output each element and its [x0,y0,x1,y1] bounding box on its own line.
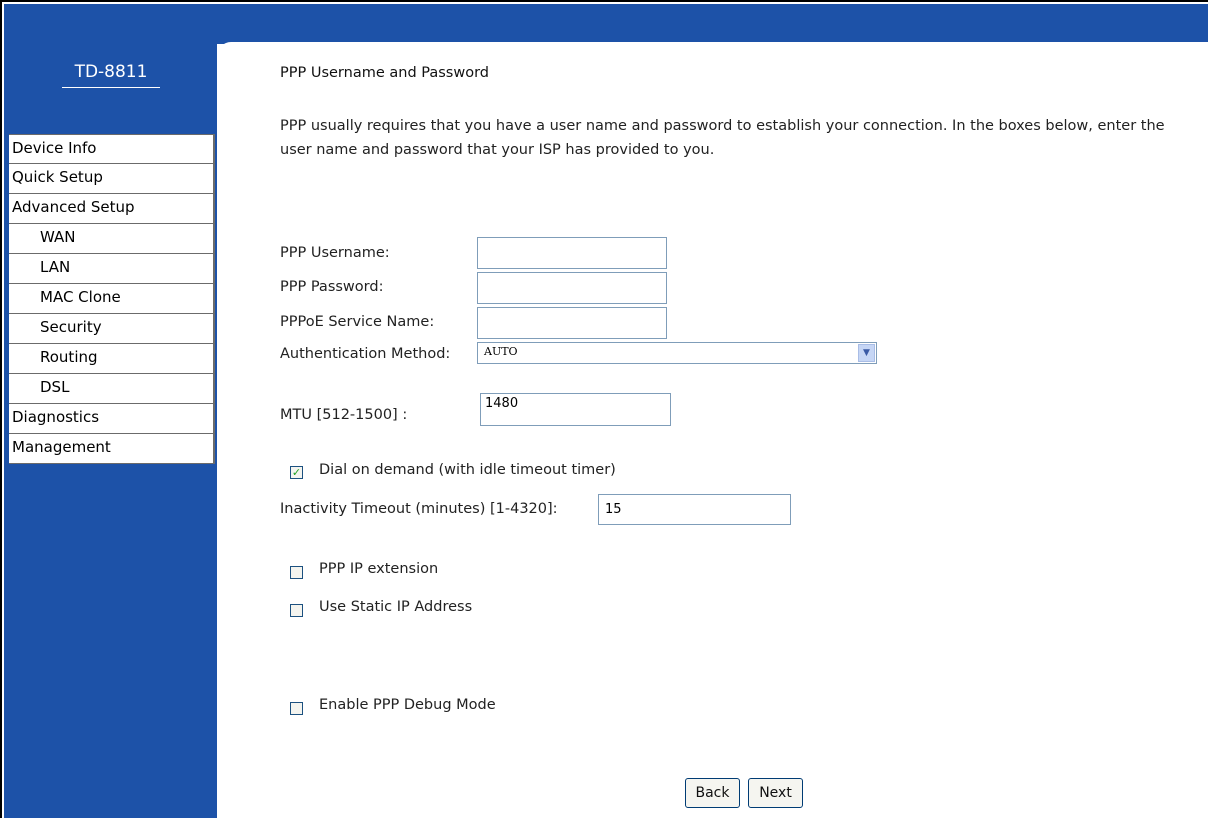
ppp-ip-extension-checkbox[interactable] [290,566,303,579]
auth-method-label: Authentication Method: [280,346,451,362]
ppp-debug-label: Enable PPP Debug Mode [319,697,496,713]
sidebar-item-security[interactable]: Security [9,314,215,344]
username-input[interactable] [477,237,667,269]
sidebar-item-lan[interactable]: LAN [9,254,215,284]
auth-method-value: AUTO [484,345,518,358]
sidebar-item-quick-setup[interactable]: Quick Setup [9,164,215,194]
sidebar-item-routing[interactable]: Routing [9,344,215,374]
chevron-down-icon[interactable]: ▼ [858,344,875,362]
sidebar-item-wan[interactable]: WAN [9,224,215,254]
sidebar-item-dsl[interactable]: DSL [9,374,215,404]
dial-on-demand-checkbox[interactable]: ✓ [290,466,303,479]
password-input[interactable] [477,272,667,304]
next-button[interactable]: Next [748,778,803,808]
service-name-label: PPPoE Service Name: [280,314,435,330]
mtu-label: MTU [512-1500] : [280,407,408,423]
inactivity-timeout-input[interactable] [598,494,791,525]
page-description: PPP usually requires that you have a use… [280,118,1165,158]
sidebar-menu: Device Info Quick Setup Advanced Setup W… [9,134,215,464]
brand-logo: TD-8811 [62,62,160,88]
inactivity-timeout-label: Inactivity Timeout (minutes) [1-4320]: [280,501,558,517]
static-ip-checkbox[interactable] [290,604,303,617]
mtu-input[interactable] [480,393,671,426]
sidebar-item-management[interactable]: Management [9,434,215,464]
dial-on-demand-label: Dial on demand (with idle timeout timer) [319,462,616,478]
sidebar-item-mac-clone[interactable]: MAC Clone [9,284,215,314]
auth-method-select[interactable]: AUTO ▼ [477,342,877,364]
password-label: PPP Password: [280,279,384,295]
ppp-ip-extension-label: PPP IP extension [319,561,439,577]
page-title: PPP Username and Password [280,65,489,81]
username-label: PPP Username: [280,245,390,261]
service-name-input[interactable] [477,307,667,339]
sidebar-item-diagnostics[interactable]: Diagnostics [9,404,215,434]
router-admin-window: TD-8811 Device Info Quick Setup Advanced… [0,0,1208,818]
ppp-debug-checkbox[interactable] [290,702,303,715]
static-ip-label: Use Static IP Address [319,599,473,615]
sidebar-item-advanced-setup[interactable]: Advanced Setup [9,194,215,224]
back-button[interactable]: Back [685,778,740,808]
sidebar-item-device-info[interactable]: Device Info [9,134,215,164]
